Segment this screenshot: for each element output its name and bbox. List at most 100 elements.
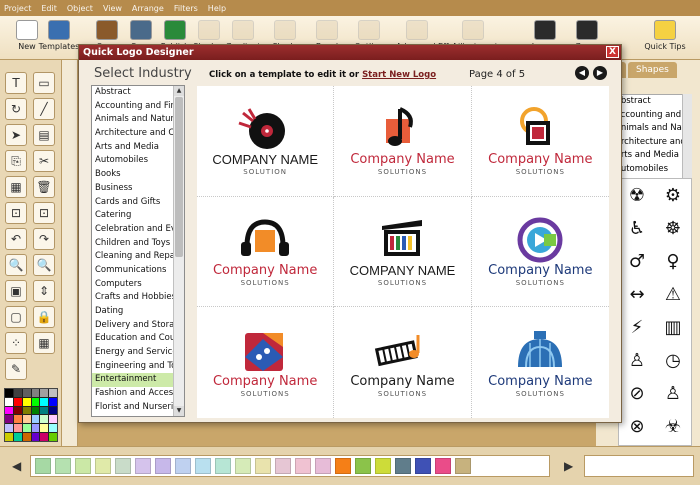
style-swatch[interactable] (195, 458, 211, 474)
palette-color-swatch[interactable] (22, 424, 31, 433)
palette-color-swatch[interactable] (5, 406, 13, 415)
toolbar-quick-tips-button[interactable]: Quick Tips (644, 20, 686, 58)
menu-arrange[interactable]: Arrange (132, 4, 164, 13)
shape-item-icon[interactable]: ☸ (655, 212, 691, 245)
industry-scrollbar[interactable]: ▲ ▼ (173, 86, 184, 416)
industry-item[interactable]: Arts and Media (92, 141, 174, 155)
library-category-item[interactable]: Architecture and Construction (615, 136, 685, 150)
tool-17-icon[interactable]: ⇕ (33, 280, 55, 302)
palette-color-swatch[interactable] (31, 397, 40, 406)
industry-item[interactable]: Cleaning and Repair (92, 250, 174, 264)
tool-7-icon[interactable]: ✂ (33, 150, 55, 172)
industry-item[interactable]: Dating (92, 305, 174, 319)
shape-item-icon[interactable]: ◷ (655, 344, 691, 377)
shape-item-icon[interactable]: ⚠ (655, 278, 691, 311)
industry-item[interactable]: Children and Toys (92, 237, 174, 251)
library-category-item[interactable]: Animals and Nature (615, 122, 685, 136)
style-swatch[interactable] (235, 458, 251, 474)
industry-item[interactable]: Animals and Nature (92, 113, 174, 127)
style-swatch[interactable] (315, 458, 331, 474)
shape-item-icon[interactable]: ☣ (655, 410, 691, 443)
palette-color-swatch[interactable] (31, 389, 40, 397)
shape-item-icon[interactable]: ♿ (619, 212, 655, 245)
palette-color-swatch[interactable] (49, 433, 57, 441)
menu-filters[interactable]: Filters (174, 4, 198, 13)
menu-view[interactable]: View (103, 4, 122, 13)
industry-item[interactable]: Books (92, 168, 174, 182)
library-category-item[interactable]: Automobiles (615, 163, 685, 177)
palette-color-swatch[interactable] (5, 397, 13, 406)
style-swatch[interactable] (255, 458, 271, 474)
shape-item-icon[interactable]: ↔ (619, 278, 655, 311)
tool-15-icon[interactable]: 🔍 (33, 254, 55, 276)
style-swatch[interactable] (455, 458, 471, 474)
logo-template-card[interactable]: Company Name SOLUTIONS (471, 86, 609, 197)
scroll-up-icon[interactable]: ▲ (174, 86, 184, 96)
close-button[interactable]: X (606, 46, 619, 58)
shape-item-icon[interactable]: ⊘ (619, 377, 655, 410)
palette-color-swatch[interactable] (49, 389, 57, 397)
shape-item-icon[interactable]: ♀ (655, 245, 691, 278)
palette-color-swatch[interactable] (49, 397, 57, 406)
palette-color-swatch[interactable] (31, 406, 40, 415)
style-swatch[interactable] (375, 458, 391, 474)
style-swatch[interactable] (135, 458, 151, 474)
style-swatch[interactable] (335, 458, 351, 474)
shape-item-icon[interactable]: ▥ (655, 311, 691, 344)
palette-color-swatch[interactable] (40, 389, 49, 397)
logo-template-card[interactable]: Company Name SOLUTIONS (197, 196, 335, 308)
tool-13-icon[interactable]: ↷ (33, 228, 55, 250)
palette-color-swatch[interactable] (13, 424, 22, 433)
tool-22-icon[interactable]: ✎ (5, 358, 27, 380)
shape-item-icon[interactable]: ♂ (619, 245, 655, 278)
logo-template-card[interactable]: Company Name SOLUTIONS (471, 197, 609, 308)
palette-color-swatch[interactable] (49, 406, 57, 415)
industry-item[interactable]: Entertainment (92, 373, 174, 388)
logo-template-card[interactable]: Company Name SOLUTIONS (197, 307, 335, 418)
style-swatch[interactable] (275, 458, 291, 474)
palette-color-swatch[interactable] (13, 397, 22, 406)
tool-19-icon[interactable]: 🔒 (33, 306, 55, 328)
scroll-down-icon[interactable]: ▼ (174, 406, 184, 416)
tool-2-icon[interactable]: ↻ (5, 98, 27, 120)
palette-color-swatch[interactable] (40, 415, 49, 424)
logo-template-card[interactable]: Company Name SOLUTIONS (334, 86, 472, 197)
industry-item[interactable]: Catering (92, 209, 174, 223)
shape-item-icon[interactable]: ⚙ (655, 179, 691, 212)
shape-item-icon[interactable]: ⚡ (619, 311, 655, 344)
style-swatch[interactable] (215, 458, 231, 474)
style-swatch[interactable] (55, 458, 71, 474)
palette-color-swatch[interactable] (49, 415, 57, 424)
industry-item[interactable]: Fashion and Accessories (92, 387, 174, 401)
industry-item[interactable]: Delivery and Storage (92, 319, 174, 333)
logo-template-card[interactable]: Company Name SOLUTIONS (334, 307, 472, 418)
palette-color-swatch[interactable] (40, 397, 49, 406)
industry-item[interactable]: Business (92, 182, 174, 196)
industry-item[interactable]: Cards and Gifts (92, 196, 174, 210)
palette-color-swatch[interactable] (22, 389, 31, 397)
industry-item[interactable]: Celebration and Events (92, 223, 174, 237)
scroll-left-icon[interactable]: ◀ (12, 459, 21, 473)
style-swatch[interactable] (155, 458, 171, 474)
industry-item[interactable]: Abstract (92, 86, 174, 100)
tool-1-icon[interactable]: ▭ (33, 72, 55, 94)
industry-item[interactable]: Education and Counseling (92, 332, 174, 346)
industry-item[interactable]: Communications (92, 264, 174, 278)
menu-help[interactable]: Help (208, 4, 226, 13)
palette-color-swatch[interactable] (31, 415, 40, 424)
palette-color-swatch[interactable] (22, 397, 31, 406)
industry-item[interactable]: Crafts and Hobbies (92, 291, 174, 305)
next-page-button[interactable]: ▶ (593, 66, 607, 80)
palette-color-swatch[interactable] (40, 424, 49, 433)
tool-9-icon[interactable]: 🗑 (33, 176, 55, 198)
shape-item-icon[interactable]: ♙ (655, 377, 691, 410)
library-scrollbar[interactable] (682, 94, 692, 182)
industry-item[interactable]: Architecture and Construction (92, 127, 174, 141)
library-category-item[interactable]: Abstract (615, 95, 685, 109)
library-tab-1[interactable]: Shapes (628, 62, 677, 78)
style-swatch[interactable] (115, 458, 131, 474)
palette-color-swatch[interactable] (22, 433, 31, 441)
menu-object[interactable]: Object (67, 4, 93, 13)
palette-color-swatch[interactable] (13, 433, 22, 441)
tool-10-icon[interactable]: ⊡ (5, 202, 27, 224)
